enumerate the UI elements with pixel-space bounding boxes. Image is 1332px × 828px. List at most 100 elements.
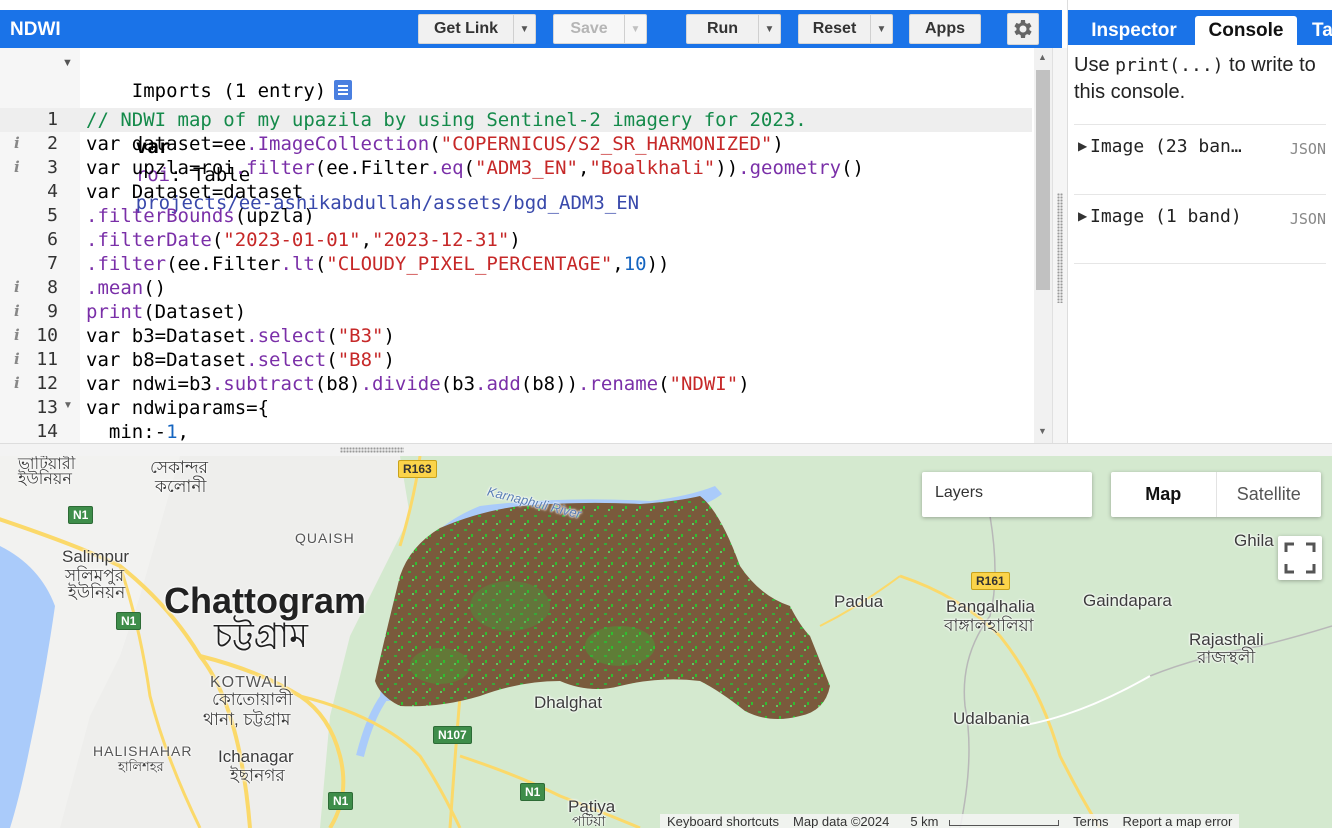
json-link[interactable]: JSON xyxy=(1290,140,1326,158)
scroll-down-icon[interactable]: ▼ xyxy=(1038,426,1047,436)
code-line[interactable]: 4 var Dataset=dataset xyxy=(0,180,1032,204)
splitter-grip-icon[interactable] xyxy=(340,447,404,453)
console-entry[interactable]: ▶ Image (23 ban… JSON xyxy=(1074,124,1326,174)
fullscreen-button[interactable] xyxy=(1278,536,1322,580)
panel-tabs: Inspector Console Ta xyxy=(1068,10,1332,45)
map-type-map-button[interactable]: Map xyxy=(1111,472,1217,517)
splitter-grip-icon[interactable] xyxy=(1057,193,1063,303)
map-view[interactable]: ভাটিয়ারী ইউনিয়ন সেকান্দর কলোনী QUAISH … xyxy=(0,456,1332,828)
scroll-up-icon[interactable]: ▲ xyxy=(1038,52,1047,62)
code-text[interactable]: min:-1, xyxy=(86,420,189,443)
code-line[interactable]: i 11 var b8=Dataset.select("B8") xyxy=(0,348,1032,372)
line-number: 8 xyxy=(47,277,58,298)
tab-console[interactable]: Console xyxy=(1195,16,1297,45)
vertical-splitter[interactable] xyxy=(1052,48,1067,444)
save-button[interactable]: Save ▼ xyxy=(553,14,647,44)
code-line[interactable]: i 3 var upzla=roi.filter(ee.Filter.eq("ADM… xyxy=(0,156,1032,180)
tab-tasks[interactable]: Ta xyxy=(1304,16,1332,45)
scrollbar-thumb[interactable] xyxy=(1036,70,1050,290)
line-number: 3 xyxy=(47,157,58,178)
code-text[interactable]: var b3=Dataset.select("B3") xyxy=(86,324,395,348)
code-text[interactable]: .filter(ee.Filter.lt("CLOUDY_PIXEL_PERCE… xyxy=(86,252,670,276)
code-line[interactable]: i 2 var dataset=ee.ImageCollection("COPERN… xyxy=(0,132,1032,156)
json-link[interactable]: JSON xyxy=(1290,210,1326,228)
map-label: Dhalghat xyxy=(534,693,603,712)
road-shield: N1 xyxy=(328,792,354,810)
gear-icon[interactable] xyxy=(1007,13,1039,45)
line-number: 1 xyxy=(47,109,58,130)
map-label: Bangalhalia xyxy=(946,597,1035,616)
code-text[interactable]: print(Dataset) xyxy=(86,300,246,324)
editor-scrollbar[interactable]: ▲ ▼ xyxy=(1034,48,1052,443)
code-text[interactable]: var upzla=roi.filter(ee.Filter.eq("ADM3_… xyxy=(86,156,864,180)
scale-bar xyxy=(949,819,1060,826)
layers-button[interactable]: Layers xyxy=(922,472,1092,517)
expand-icon[interactable]: ▶ xyxy=(1078,139,1087,153)
line-number: 9 xyxy=(47,301,58,322)
apps-button[interactable]: Apps xyxy=(909,14,981,44)
code-line[interactable]: 6 .filterDate("2023-01-01","2023-12-31") xyxy=(0,228,1032,252)
map-label: Padua xyxy=(834,592,884,611)
code-text[interactable]: .filterDate("2023-01-01","2023-12-31") xyxy=(86,228,521,252)
tab-inspector[interactable]: Inspector xyxy=(1075,16,1193,45)
map-label: Ichanagar xyxy=(218,747,294,766)
chevron-down-icon[interactable]: ▼ xyxy=(513,15,535,43)
map-label: Rajasthali xyxy=(1189,630,1264,649)
road-shield: R161 xyxy=(971,572,1010,590)
code-line[interactable]: i 8 .mean() xyxy=(0,276,1032,300)
line-number: 10 xyxy=(36,325,58,346)
save-label: Save xyxy=(570,20,608,37)
code-text[interactable]: var ndwiparams={ xyxy=(86,396,269,420)
report-error-link[interactable]: Report a map error xyxy=(1116,814,1240,828)
code-text[interactable]: // NDWI map of my upazila by using Senti… xyxy=(86,108,807,132)
code-line[interactable]: i 10 var b3=Dataset.select("B3") xyxy=(0,324,1032,348)
run-button[interactable]: Run ▼ xyxy=(686,14,781,44)
chevron-down-icon[interactable]: ▼ xyxy=(624,15,646,43)
code-line[interactable]: 14 min:-1, xyxy=(0,420,1032,443)
code-line[interactable]: 7 .filter(ee.Filter.lt("CLOUDY_PIXEL_PERC… xyxy=(0,252,1032,276)
scale-label: 5 km xyxy=(910,814,939,828)
scale-text[interactable]: 5 km xyxy=(896,814,1066,828)
chevron-down-icon[interactable]: ▼ xyxy=(758,15,780,43)
code-text[interactable]: .mean() xyxy=(86,276,166,300)
expand-icon[interactable]: ▶ xyxy=(1078,209,1087,223)
code-text[interactable]: var ndwi=b3.subtract(b8).divide(b3.add(b… xyxy=(86,372,750,396)
console-entry-text[interactable]: Image (1 band) xyxy=(1090,206,1270,227)
code-text[interactable]: var dataset=ee.ImageCollection("COPERNIC… xyxy=(86,132,784,156)
city-label: Chattogram xyxy=(164,580,367,621)
right-panel: Inspector Console Ta Use print(...) to w… xyxy=(1067,0,1332,444)
terms-link[interactable]: Terms xyxy=(1066,814,1115,828)
console-hint: Use print(...) to write to this console. xyxy=(1074,52,1329,105)
fold-icon[interactable]: ▼ xyxy=(63,400,73,411)
console-entry-text[interactable]: Image (23 ban… xyxy=(1090,136,1260,157)
map-label: বাঙ্গালহালিয়া xyxy=(944,616,1034,635)
map-label: পটিয়া xyxy=(572,813,606,828)
line-number: 11 xyxy=(36,349,58,370)
code-text[interactable]: .filterBounds(upzla) xyxy=(86,204,315,228)
code-line[interactable]: i 12 var ndwi=b3.subtract(b8).divide(b3.ad… xyxy=(0,372,1032,396)
code-editor[interactable]: ▼ Imports (1 entry) ▶ var roi: Table pro… xyxy=(0,48,1052,443)
map-label: রাজস্থলী xyxy=(1197,648,1256,667)
reset-button[interactable]: Reset ▼ xyxy=(798,14,893,44)
chevron-down-icon[interactable]: ▼ xyxy=(870,15,892,43)
imports-header[interactable]: Imports (1 entry) xyxy=(86,49,353,102)
console-entry[interactable]: ▶ Image (1 band) JSON xyxy=(1074,194,1326,264)
keyboard-shortcuts-link[interactable]: Keyboard shortcuts xyxy=(660,814,786,828)
script-title: NDWI xyxy=(10,19,61,40)
collapse-icon[interactable]: ▼ xyxy=(62,57,73,69)
code-text[interactable]: var Dataset=dataset xyxy=(86,180,303,204)
code-line[interactable]: 1 // NDWI map of my upazila by using Sent… xyxy=(0,108,1032,132)
code-line[interactable]: i 9 print(Dataset) xyxy=(0,300,1032,324)
code-line[interactable]: 13 ▼ var ndwiparams={ xyxy=(0,396,1032,420)
horizontal-splitter[interactable] xyxy=(0,443,1332,456)
top-toolbar: NDWI Get Link ▼ Save ▼ Run ▼ Reset ▼ App… xyxy=(0,10,1062,48)
map-type-satellite-button[interactable]: Satellite xyxy=(1217,472,1322,517)
city-label-bn: চট্টগ্রাম xyxy=(214,617,308,655)
code-text[interactable]: var b8=Dataset.select("B8") xyxy=(86,348,395,372)
map-label: থানা, চট্টগ্রাম xyxy=(203,710,291,729)
map-label: QUAISH xyxy=(295,530,355,546)
map-label: ইছানগর xyxy=(230,766,285,785)
get-link-button[interactable]: Get Link ▼ xyxy=(418,14,536,44)
import-entry[interactable]: ▶ var roi: Table projects/ee-ashikabdull… xyxy=(90,77,639,214)
code-line[interactable]: 5 .filterBounds(upzla) xyxy=(0,204,1032,228)
